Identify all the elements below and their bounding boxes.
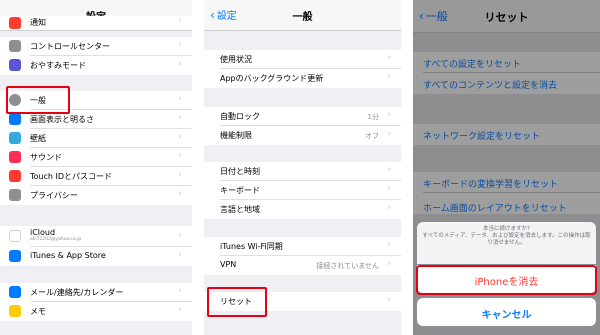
sheet-message-body: すべてのメディア、データ、および設定を消去します。この操作は取り消せません。 (422, 233, 591, 246)
wallpaper-icon (9, 132, 21, 144)
chevron-right-icon: › (387, 72, 391, 82)
row-label: 日付と時刻 (220, 167, 260, 176)
general-row-auto-lock[interactable]: 自動ロック 1分 › (204, 107, 401, 126)
settings-row-do-not-disturb[interactable]: おやすみモード › (0, 56, 192, 75)
general-row-language-region[interactable]: 言語と地域 › (204, 200, 401, 219)
row-label: 通知 (30, 18, 46, 27)
cancel-label: キャンセル (481, 310, 532, 321)
general-row-itunes-wifi-sync[interactable]: iTunes Wi-Fi同期 › (204, 237, 401, 256)
fingerprint-icon (9, 170, 21, 182)
row-label: コントロールセンター (30, 42, 110, 51)
row-label: 言語と地域 (220, 205, 260, 214)
brightness-icon (9, 113, 21, 125)
row-label: キーボード (220, 186, 260, 195)
control-center-icon (9, 40, 21, 52)
general-nav-bar: ‹ 設定 一般 (204, 0, 401, 31)
row-label: Touch IDとパスコード (30, 172, 113, 181)
row-label: iTunes Wi-Fi同期 (220, 242, 283, 251)
chevron-right-icon: › (387, 184, 391, 194)
row-label: 機能制限 (220, 131, 252, 140)
highlight-erase-iphone (416, 265, 597, 295)
chevron-right-icon: › (387, 203, 391, 213)
general-title: 一般 (292, 12, 313, 23)
chevron-right-icon: › (178, 132, 182, 142)
settings-panel: 設定 通知 › コントロールセンター › おやすみモード › 一般 › 画面表示… (0, 0, 192, 335)
settings-row-notifications[interactable]: 通知 › (0, 16, 192, 30)
chevron-right-icon: › (387, 259, 391, 269)
cancel-button[interactable]: キャンセル (417, 298, 596, 326)
settings-row-icloud[interactable]: iCloud aki72202@yahoo.co.jp › (0, 226, 192, 247)
general-row-usage[interactable]: 使用状況 › (204, 50, 401, 69)
chevron-right-icon: › (178, 305, 182, 315)
settings-row-itunes[interactable]: iTunes & App Store › (0, 247, 192, 266)
row-label: 使用状況 (220, 55, 252, 64)
chevron-right-icon: › (178, 231, 182, 241)
chevron-right-icon: › (178, 113, 182, 123)
row-label: 自動ロック (220, 112, 260, 121)
mail-icon (9, 286, 21, 298)
row-label: Appのバックグラウンド更新 (220, 74, 324, 83)
chevron-right-icon: › (178, 40, 182, 50)
settings-row-wallpaper[interactable]: 壁紙 › (0, 129, 192, 148)
chevron-right-icon: › (178, 94, 182, 104)
chevron-right-icon: › (387, 240, 391, 250)
row-label: プライバシー (30, 191, 78, 200)
general-panel: ‹ 設定 一般 使用状況 › Appのバックグラウンド更新 › 自動ロック 1分 … (204, 0, 401, 335)
settings-row-touch-id[interactable]: Touch IDとパスコード › (0, 167, 192, 186)
row-label: 壁紙 (30, 134, 46, 143)
chevron-right-icon: › (178, 286, 182, 296)
settings-row-mail[interactable]: メール/連絡先/カレンダー › (0, 283, 192, 302)
row-label: iTunes & App Store (30, 251, 106, 260)
chevron-right-icon: › (387, 165, 391, 175)
chevron-right-icon: › (178, 151, 182, 161)
chevron-right-icon: › (178, 250, 182, 260)
general-row-vpn[interactable]: VPN 接続されていません › (204, 256, 401, 275)
settings-row-control-center[interactable]: コントロールセンター › (0, 37, 192, 56)
row-label: メモ (30, 307, 46, 316)
chevron-right-icon: › (178, 59, 182, 69)
chevron-right-icon: › (178, 16, 182, 26)
settings-row-privacy[interactable]: プライバシー › (0, 186, 192, 205)
chevron-right-icon: › (387, 53, 391, 63)
row-label: メール/連絡先/カレンダー (30, 288, 124, 297)
notification-icon (9, 17, 21, 29)
chevron-right-icon: › (178, 189, 182, 199)
reset-panel: ‹ 一般 リセット すべての設定をリセット すべてのコンテンツと設定を消去 ネット… (413, 0, 600, 335)
restrictions-value: オフ (365, 132, 379, 140)
row-label: おやすみモード (30, 61, 86, 70)
action-sheet-message: 本当に続けますか? すべてのメディア、データ、および設定を消去します。この操作は… (417, 222, 596, 264)
auto-lock-value: 1分 (367, 113, 379, 121)
general-row-background-refresh[interactable]: Appのバックグラウンド更新 › (204, 69, 401, 88)
icloud-account: aki72202@yahoo.co.jp (30, 237, 82, 242)
highlight-reset (207, 287, 267, 317)
settings-row-notes[interactable]: メモ › (0, 302, 192, 321)
chevron-right-icon: › (387, 110, 391, 120)
hand-icon (9, 189, 21, 201)
row-label: サウンド (30, 153, 62, 162)
app-store-icon (9, 250, 21, 262)
row-label: iCloud (30, 228, 56, 237)
cloud-icon (9, 230, 21, 242)
chevron-right-icon: › (387, 129, 391, 139)
chevron-right-icon: › (387, 295, 391, 305)
general-row-date-time[interactable]: 日付と時刻 › (204, 162, 401, 181)
vpn-status-value: 接続されていません (316, 262, 379, 270)
general-row-restrictions[interactable]: 機能制限 オフ › (204, 126, 401, 145)
highlight-general (6, 86, 70, 114)
notes-icon (9, 305, 21, 317)
sheet-message-title: 本当に続けますか? (483, 226, 530, 232)
row-label: VPN (220, 260, 237, 269)
sound-icon (9, 151, 21, 163)
settings-row-sound[interactable]: サウンド › (0, 148, 192, 167)
row-label: 画面表示と明るさ (30, 115, 94, 124)
chevron-right-icon: › (178, 170, 182, 180)
general-row-keyboard[interactable]: キーボード › (204, 181, 401, 200)
moon-icon (9, 59, 21, 71)
